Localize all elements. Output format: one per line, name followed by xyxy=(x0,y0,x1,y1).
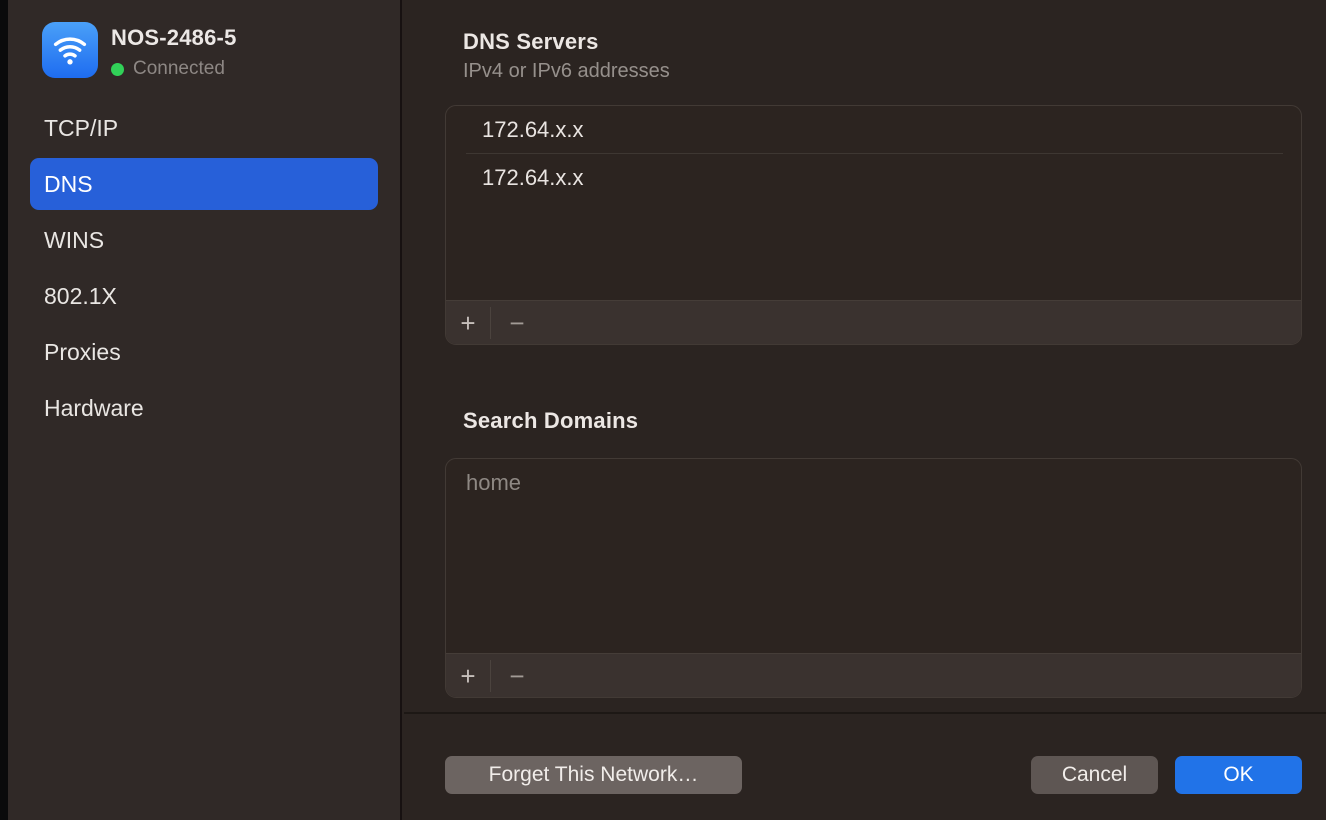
ok-button[interactable]: OK xyxy=(1175,756,1302,794)
add-dns-server-button[interactable]: + xyxy=(446,301,490,344)
dns-servers-list: 172.64.x.x 172.64.x.x + − xyxy=(445,105,1302,345)
search-domain-row[interactable]: home xyxy=(446,459,1301,507)
sidebar-item-wins[interactable]: WINS xyxy=(30,214,378,266)
connection-status: Connected xyxy=(111,58,237,80)
dns-server-value: 172.64.x.x xyxy=(482,117,584,143)
search-domains-list: home + − xyxy=(445,458,1302,698)
dns-servers-title: DNS Servers xyxy=(463,29,599,55)
add-search-domain-button[interactable]: + xyxy=(446,654,490,697)
search-domains-toolbar: + − xyxy=(446,653,1301,697)
dns-server-row[interactable]: 172.64.x.x xyxy=(446,106,1301,154)
forget-network-button[interactable]: Forget This Network… xyxy=(445,756,742,794)
network-header-text: NOS-2486-5 Connected xyxy=(111,22,237,80)
search-domain-value: home xyxy=(466,470,521,496)
dns-servers-toolbar: + − xyxy=(446,300,1301,344)
dns-server-value: 172.64.x.x xyxy=(482,165,584,191)
dns-servers-subtitle: IPv4 or IPv6 addresses xyxy=(463,60,670,83)
window-edge xyxy=(0,0,8,820)
cancel-button[interactable]: Cancel xyxy=(1031,756,1158,794)
sidebar-nav: TCP/IP DNS WINS 802.1X Proxies Hardware xyxy=(30,102,378,434)
sidebar: NOS-2486-5 Connected TCP/IP DNS WINS 802… xyxy=(8,0,402,820)
remove-search-domain-button[interactable]: − xyxy=(491,654,543,697)
network-header: NOS-2486-5 Connected xyxy=(42,22,237,80)
sidebar-item-hardware[interactable]: Hardware xyxy=(30,382,378,434)
dns-servers-rows: 172.64.x.x 172.64.x.x xyxy=(446,106,1301,300)
network-name: NOS-2486-5 xyxy=(111,25,237,51)
remove-dns-server-button[interactable]: − xyxy=(491,301,543,344)
wifi-icon xyxy=(42,22,98,78)
sidebar-item-tcpip[interactable]: TCP/IP xyxy=(30,102,378,154)
status-dot-icon xyxy=(111,63,124,76)
search-domains-title: Search Domains xyxy=(463,408,638,434)
dns-settings-panel: DNS Servers IPv4 or IPv6 addresses 172.6… xyxy=(404,0,1326,820)
status-label: Connected xyxy=(133,58,225,80)
footer-divider xyxy=(404,712,1326,714)
search-domains-rows: home xyxy=(446,459,1301,653)
sidebar-item-proxies[interactable]: Proxies xyxy=(30,326,378,378)
sidebar-item-dns[interactable]: DNS xyxy=(30,158,378,210)
sidebar-item-8021x[interactable]: 802.1X xyxy=(30,270,378,322)
dns-server-row[interactable]: 172.64.x.x xyxy=(446,154,1301,202)
